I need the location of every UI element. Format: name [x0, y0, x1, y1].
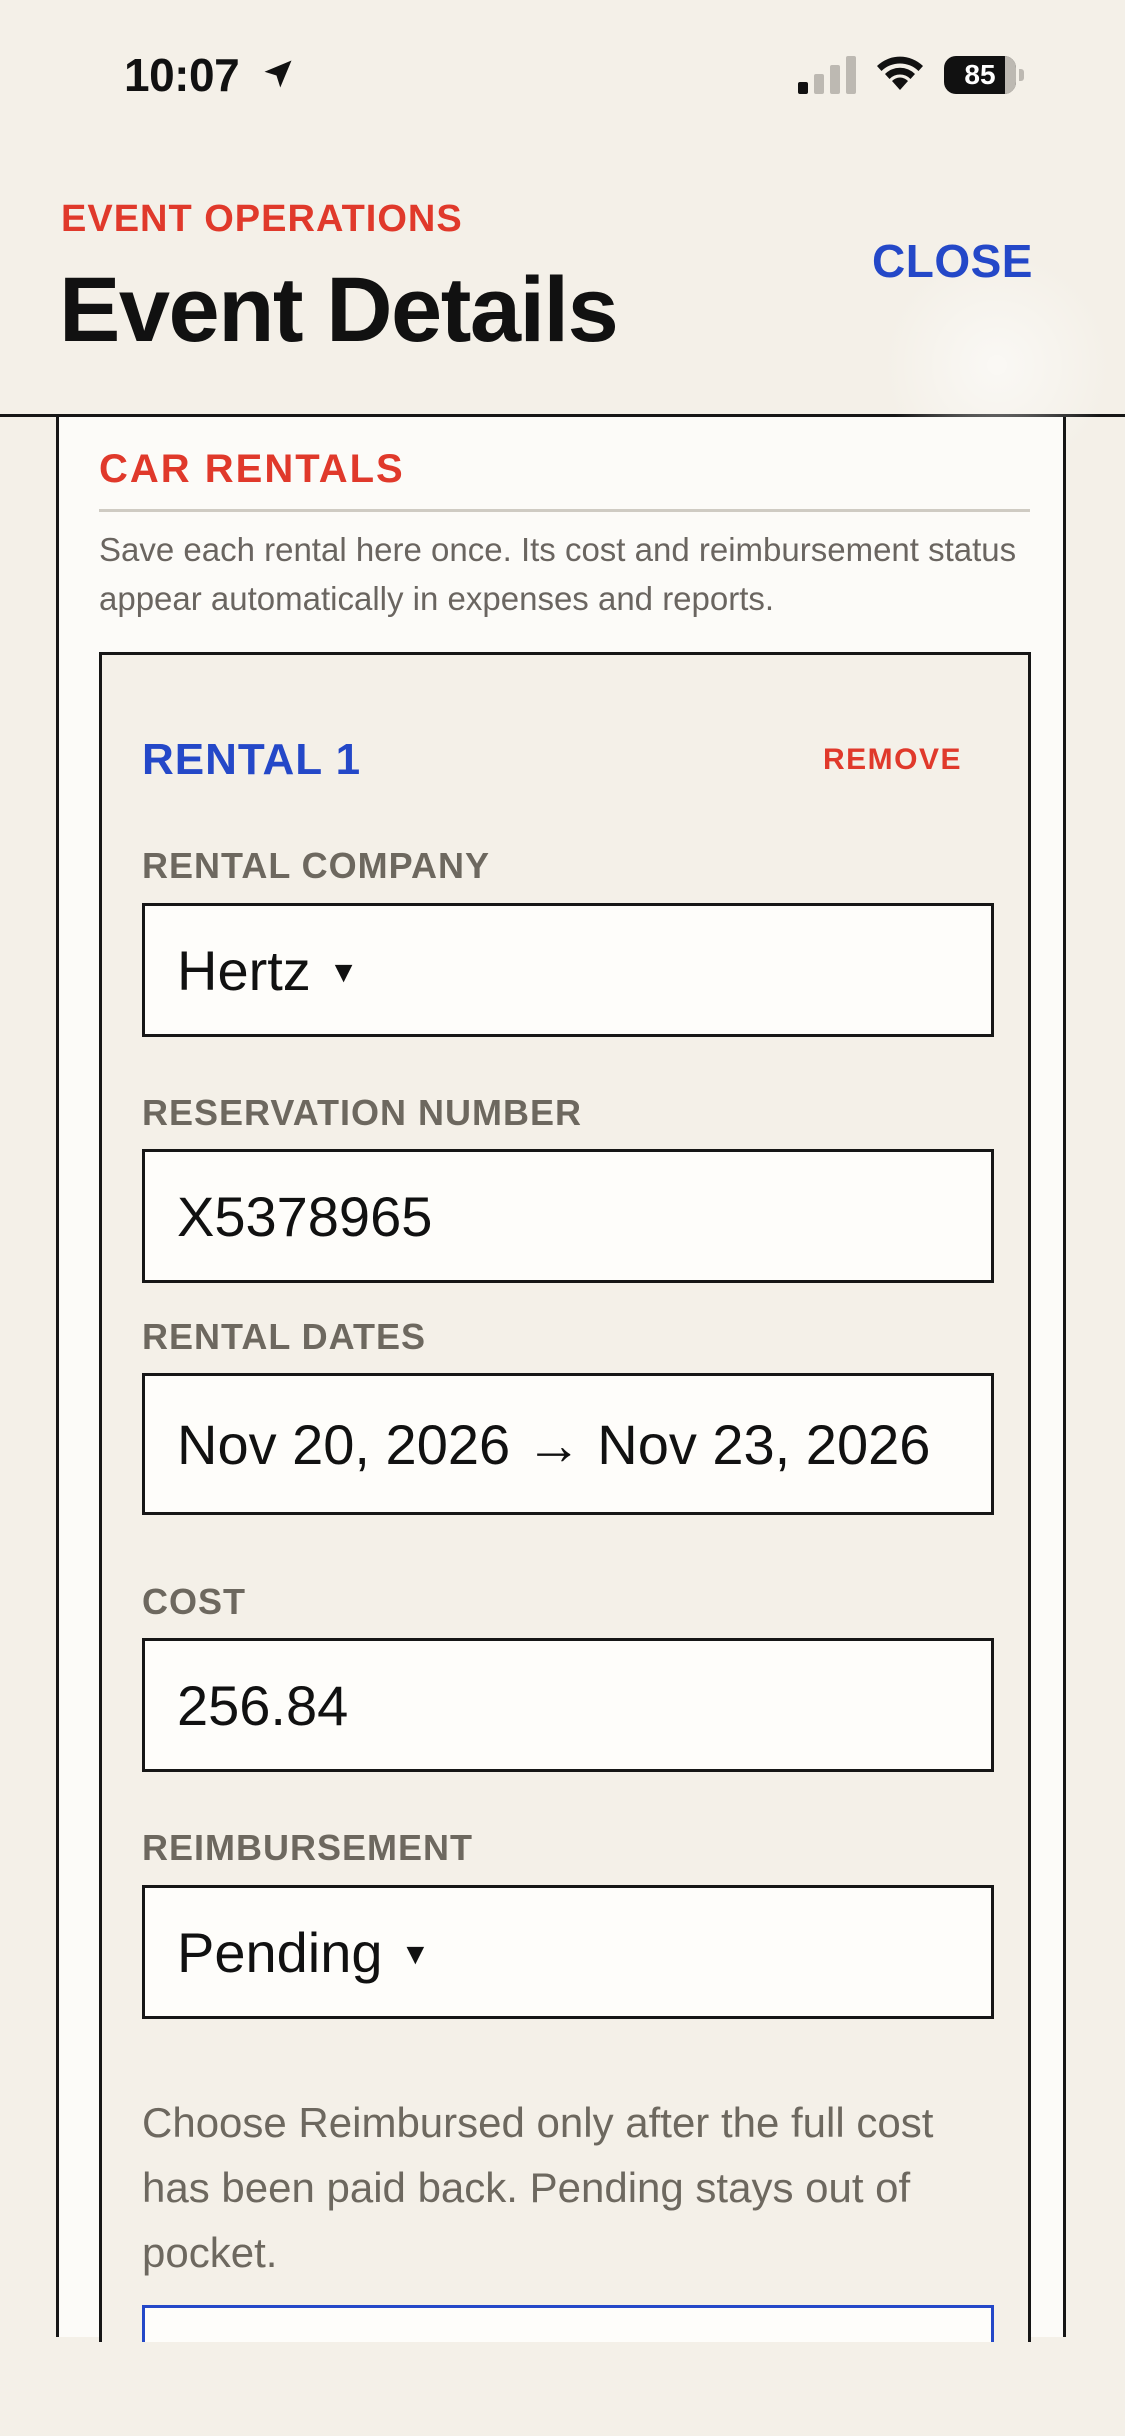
section-divider: [99, 509, 1030, 512]
reservation-number-input[interactable]: X5378965: [142, 1149, 994, 1283]
wifi-icon: [877, 56, 923, 90]
battery-icon: 85: [944, 56, 1026, 94]
cost-value: 256.84: [177, 1673, 349, 1737]
header-kicker: EVENT OPERATIONS: [61, 198, 463, 240]
bottom-area: [0, 2342, 1125, 2436]
section-title: CAR RENTALS: [99, 447, 405, 491]
location-arrow-icon: [264, 60, 292, 88]
rental-dates-input[interactable]: Nov 20, 2026 → Nov 23, 2026: [142, 1373, 994, 1515]
rental-company-label: RENTAL COMPANY: [142, 845, 491, 886]
rental-company-value: Hertz: [177, 938, 311, 1002]
battery-tip: [1019, 69, 1024, 81]
battery-body: 85: [944, 56, 1016, 94]
cost-label: COST: [142, 1581, 247, 1622]
cellular-signal-icon: [798, 56, 856, 94]
rental-dates-value: Nov 20, 2026 → Nov 23, 2026: [177, 1412, 931, 1476]
rental-dates-label: RENTAL DATES: [142, 1316, 427, 1357]
reservation-number-value: X5378965: [177, 1184, 433, 1248]
section-description: Save each rental here once. Its cost and…: [99, 531, 1017, 617]
battery-level: 85: [964, 59, 996, 90]
status-time: 10:07: [124, 49, 240, 101]
cost-input[interactable]: 256.84: [142, 1638, 994, 1772]
rental-title: RENTAL 1: [142, 735, 362, 784]
reimbursement-select[interactable]: Pending ▼: [142, 1885, 994, 2019]
app-header: EVENT OPERATIONS Event Details CLOSE: [0, 150, 1125, 480]
reimbursement-label: REIMBURSEMENT: [142, 1827, 474, 1868]
caret-down-icon: ▼: [400, 1938, 431, 1971]
event-details-screen: 10:07 85 EVENT OPERATIONS Event Details: [0, 0, 1125, 2436]
car-rentals-section: CAR RENTALS Save each rental here once. …: [56, 417, 1066, 2385]
page-title: Event Details: [59, 259, 619, 361]
status-bar: 10:07 85: [0, 0, 1125, 150]
rental-company-select[interactable]: Hertz ▼: [142, 903, 994, 1037]
caret-down-icon: ▼: [328, 956, 359, 989]
reimbursement-help-text: Choose Reimbursed only after the full co…: [142, 2099, 934, 2276]
rental-card: RENTAL 1 REMOVE RENTAL COMPANY Hertz ▼ R…: [99, 652, 1031, 2385]
close-button[interactable]: CLOSE: [872, 234, 1033, 288]
remove-rental-button[interactable]: REMOVE: [823, 743, 962, 777]
reimbursement-value: Pending: [177, 1920, 383, 1984]
reservation-number-label: RESERVATION NUMBER: [142, 1092, 583, 1133]
